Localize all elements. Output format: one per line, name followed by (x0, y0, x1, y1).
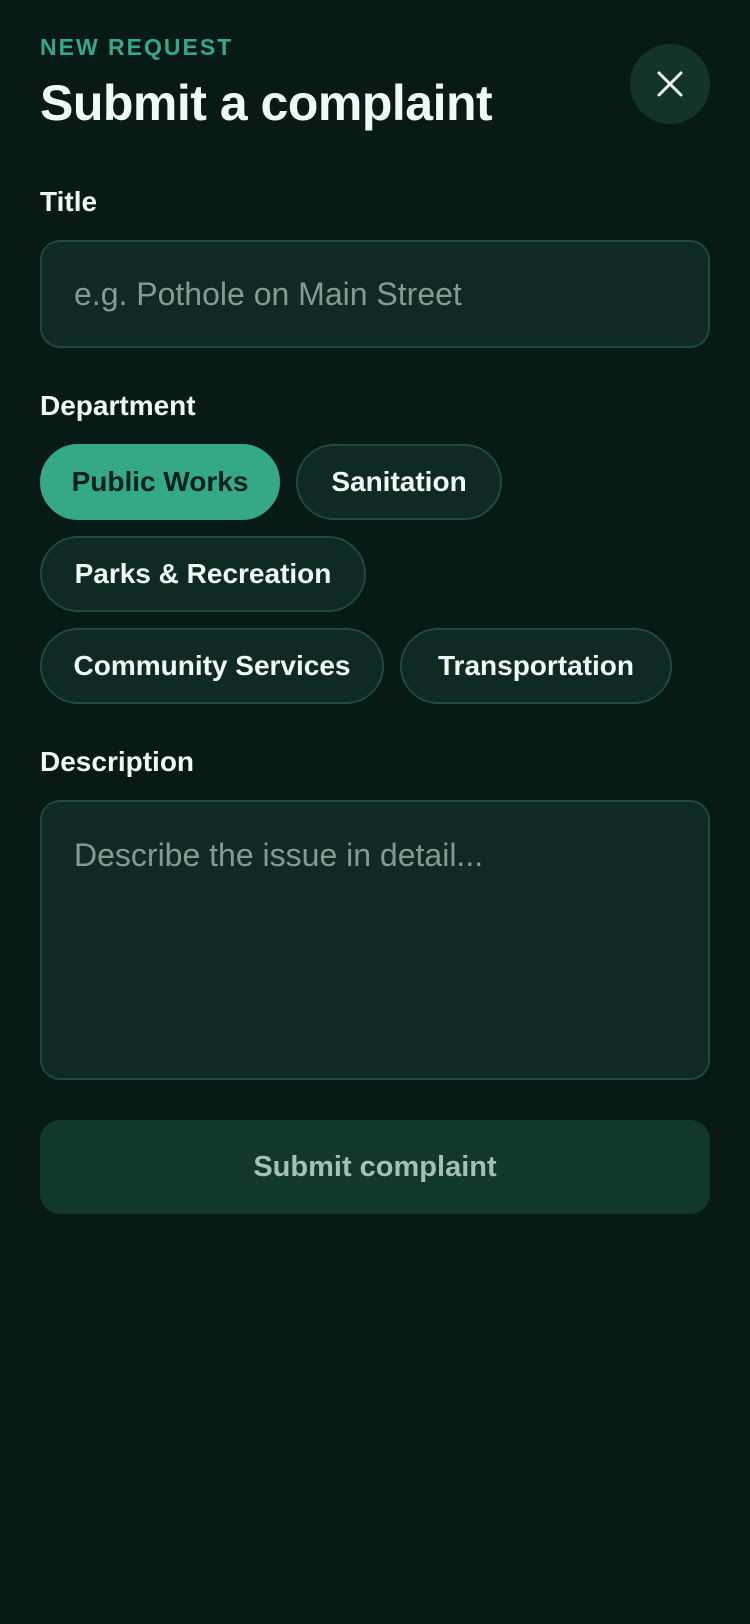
eyebrow-label: NEW REQUEST (40, 34, 234, 60)
description-textarea[interactable] (40, 800, 710, 1080)
department-chip-parks-recreation[interactable]: Parks & Recreation (40, 536, 366, 612)
department-label: Department (40, 390, 196, 421)
description-label: Description (40, 746, 195, 777)
page-title: Submit a complaint (40, 75, 493, 131)
title-input[interactable] (40, 240, 710, 348)
title-field-label: Title (40, 186, 98, 217)
close-icon (657, 71, 683, 97)
submit-button[interactable]: Submit complaint (40, 1120, 710, 1214)
department-chip-public-works[interactable]: Public Works (40, 444, 280, 520)
department-chip-community-services[interactable]: Community Services (40, 628, 384, 704)
department-chip-transportation[interactable]: Transportation (400, 628, 672, 704)
department-chip-sanitation[interactable]: Sanitation (296, 444, 502, 520)
close-button[interactable] (630, 44, 710, 124)
